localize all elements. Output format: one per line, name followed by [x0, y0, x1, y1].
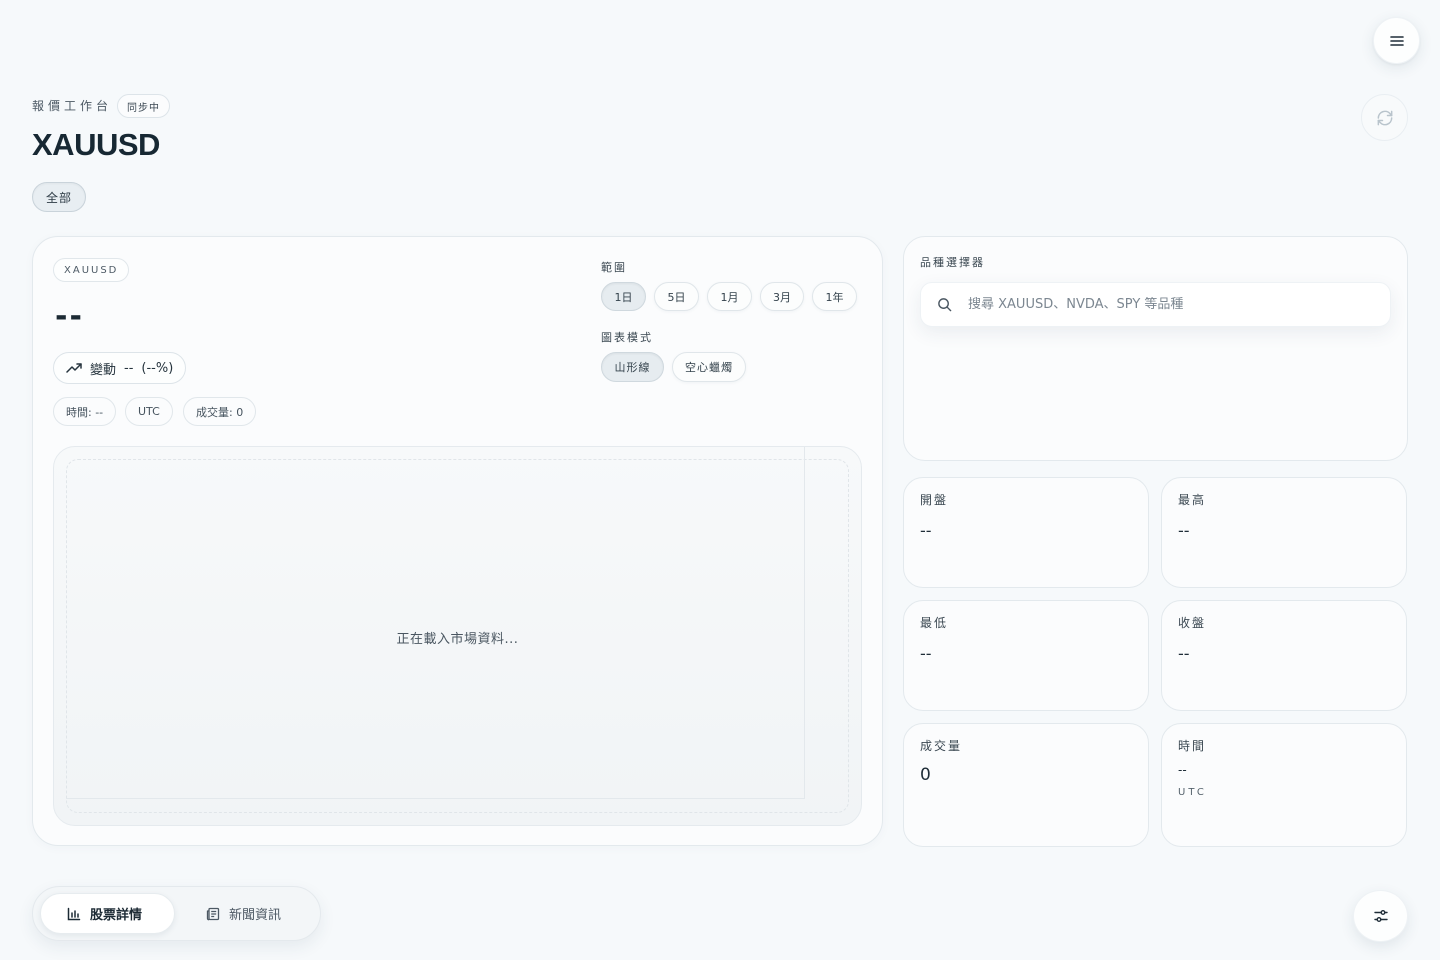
page-title: XAUUSD	[32, 127, 160, 162]
mode-hollow-candle-button[interactable]: 空心蠟燭	[672, 352, 746, 382]
trending-up-icon	[66, 363, 82, 373]
symbol-picker-label: 品種選擇器	[920, 256, 985, 269]
chart-time-axis-line	[66, 798, 805, 799]
change-percent: (--%)	[141, 360, 174, 376]
timezone-badge: UTC	[125, 397, 173, 426]
volume-badge: 成交量: 0	[183, 397, 257, 426]
change-badge: 變動 -- (--%)	[53, 352, 187, 384]
stat-low-value: --	[920, 644, 932, 663]
stat-high-value: --	[1178, 521, 1190, 540]
chart-price-axis-line	[804, 447, 805, 799]
chart-loading-text: 正在載入市場資料...	[396, 632, 519, 647]
mode-mountain-button[interactable]: 山形線	[601, 352, 664, 382]
stat-open-label: 開盤	[920, 493, 949, 507]
range-5d-button[interactable]: 5日	[654, 282, 699, 311]
stat-close-value: --	[1178, 644, 1190, 663]
tab-stock-details-label: 股票詳情	[90, 908, 143, 923]
sliders-icon	[1373, 910, 1388, 922]
stat-time-label: 時間	[1178, 739, 1207, 753]
chart-mode-label: 圖表模式	[601, 331, 653, 344]
newspaper-icon	[206, 907, 220, 920]
range-1y-button[interactable]: 1年	[812, 282, 857, 311]
change-label: 變動	[90, 362, 117, 378]
stat-open-value: --	[920, 521, 932, 540]
range-label: 範圍	[601, 261, 627, 274]
tab-stock-details[interactable]: 股票詳情	[40, 893, 175, 934]
tab-news-label: 新聞資訊	[229, 908, 282, 923]
page-eyebrow: 報價工作台	[32, 99, 113, 113]
stat-low-label: 最低	[920, 616, 949, 630]
stat-time-zone: UTC	[1178, 787, 1207, 798]
stat-time-value: --	[1178, 763, 1187, 777]
range-1m-button[interactable]: 1月	[707, 282, 752, 311]
menu-icon	[1389, 35, 1404, 46]
bar-chart-icon	[67, 907, 81, 920]
current-price: --	[55, 299, 84, 334]
symbol-badge: XAUUSD	[53, 258, 130, 282]
stat-volume-value: 0	[920, 765, 931, 785]
menu-button[interactable]	[1373, 17, 1420, 64]
time-badge: 時間: --	[53, 397, 117, 426]
stat-close-label: 收盤	[1178, 616, 1207, 630]
range-3m-button[interactable]: 3月	[760, 282, 804, 311]
stat-volume-label: 成交量	[920, 739, 963, 753]
refresh-icon	[1377, 110, 1392, 125]
refresh-button[interactable]	[1361, 94, 1408, 141]
filter-chip-all[interactable]: 全部	[32, 182, 87, 212]
tab-news[interactable]: 新聞資訊	[180, 893, 315, 934]
range-1d-button[interactable]: 1日	[601, 282, 646, 311]
search-icon	[938, 298, 952, 312]
settings-button[interactable]	[1353, 890, 1408, 942]
stat-high-label: 最高	[1178, 493, 1207, 507]
change-value: --	[124, 360, 134, 376]
symbol-search-box[interactable]	[920, 282, 1391, 327]
sync-status-badge: 同步中	[117, 94, 170, 118]
symbol-search-input[interactable]	[968, 297, 1368, 312]
